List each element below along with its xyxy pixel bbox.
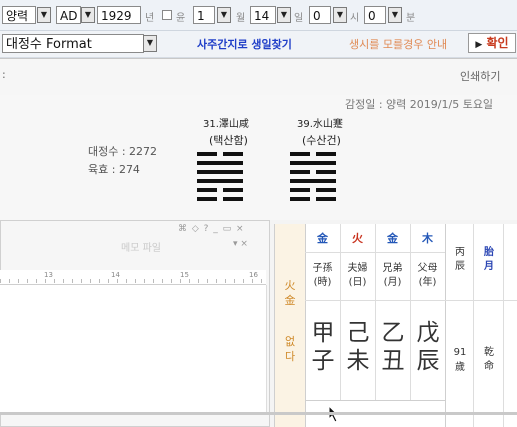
age-value: 91 bbox=[453, 347, 467, 358]
relation-day: 夫婦 (日) bbox=[347, 263, 368, 288]
branch-day: 未 bbox=[346, 348, 370, 374]
minute-unit-label: 분 bbox=[406, 13, 416, 24]
subwindow-controls[interactable]: ⌘ ◇ ? _ ▭ × bbox=[178, 224, 245, 234]
hexagram-1-title: 31.澤山咸 bbox=[203, 119, 249, 130]
year-unit-label: 년 bbox=[145, 13, 155, 24]
stem-year: 戊 bbox=[416, 320, 440, 346]
day-dropdown-button[interactable]: ▼ bbox=[277, 7, 291, 23]
ruler-mark: 15 bbox=[180, 271, 189, 279]
stem-hour: 甲 bbox=[311, 320, 335, 346]
print-link[interactable]: 인쇄하기 bbox=[460, 68, 500, 84]
era-select[interactable]: AD bbox=[56, 6, 81, 24]
month-unit-label: 월 bbox=[236, 13, 246, 24]
element-year: 木 bbox=[422, 232, 433, 245]
leap-month-label: 윤 bbox=[176, 13, 186, 24]
reading-date: 감정일 : 양력 2019/1/5 토요일 bbox=[345, 98, 494, 111]
ruler-mark: 13 bbox=[44, 271, 53, 279]
calendar-type-select[interactable]: 양력 bbox=[2, 6, 36, 24]
format-select[interactable]: 대정수 Format bbox=[2, 34, 144, 53]
day-select[interactable]: 14 bbox=[250, 6, 276, 24]
stem-day: 己 bbox=[346, 320, 370, 346]
unknown-birth-hour-guide-link[interactable]: 생시를 모를경우 안내 bbox=[349, 36, 447, 52]
saju-table: 火金 없다 金 火 金 木 子孫 (時) 夫婦 (日) 兄弟 (月) 父母 (年) 甲 … bbox=[274, 224, 517, 427]
format-dropdown-button[interactable]: ▼ bbox=[143, 35, 157, 52]
calendar-type-dropdown-button[interactable]: ▼ bbox=[37, 7, 51, 23]
ruler-mark: 14 bbox=[111, 271, 120, 279]
relation-hour: 子孫 (時) bbox=[312, 263, 333, 288]
extra-column-top: 丙辰 bbox=[455, 247, 465, 272]
hexagram-1-subtitle: (택산함) bbox=[209, 134, 248, 147]
hour-dropdown-button[interactable]: ▼ bbox=[333, 7, 347, 23]
memo-editor-area[interactable] bbox=[0, 285, 267, 412]
hexagram-1-figure bbox=[197, 152, 243, 202]
progress-track bbox=[0, 412, 517, 415]
result-header: : 인쇄하기 bbox=[0, 59, 517, 95]
saju-side-column bbox=[275, 224, 305, 427]
confirm-button[interactable]: ▶ 확인 bbox=[468, 33, 516, 53]
day-unit-label: 일 bbox=[294, 13, 304, 24]
date-input-toolbar: 양력 ▼ AD ▼ 1929 년 윤 1 ▼ 월 14 ▼ 일 0 ▼ 시 0 … bbox=[0, 0, 517, 31]
branch-month: 丑 bbox=[381, 348, 405, 374]
relation-month: 兄弟 (月) bbox=[382, 263, 403, 288]
stem-month: 乙 bbox=[381, 320, 405, 346]
era-dropdown-button[interactable]: ▼ bbox=[81, 7, 95, 23]
element-hour: 金 bbox=[317, 232, 328, 245]
find-birthday-by-ganji-link[interactable]: 사주간지로 생일찾기 bbox=[197, 36, 292, 52]
hour-select[interactable]: 0 bbox=[309, 6, 331, 24]
element-day: 火 bbox=[352, 232, 363, 245]
format-toolbar: 대정수 Format ▼ 사주간지로 생일찾기 생시를 모를경우 안내 bbox=[0, 31, 517, 58]
month-select[interactable]: 1 bbox=[193, 6, 215, 24]
hexagram-2-subtitle: (수산건) bbox=[302, 134, 341, 147]
ruler-mark: 16 bbox=[249, 271, 258, 279]
daejeongsu-value: 대정수 : 2272 bbox=[88, 145, 158, 158]
branch-year: 辰 bbox=[416, 348, 440, 374]
age-unit: 歲 bbox=[455, 362, 465, 373]
relation-year: 父母 (年) bbox=[417, 263, 438, 288]
result-panel: 감정일 : 양력 2019/1/5 토요일 대정수 : 2272 육효 : 27… bbox=[0, 95, 517, 220]
fetal-month-label: 胎月 bbox=[484, 247, 494, 272]
saju-side-bottom: 없다 bbox=[284, 335, 296, 363]
colon-label: : bbox=[2, 68, 6, 81]
gender-fate-label: 乾命 bbox=[484, 347, 494, 372]
branch-hour: 子 bbox=[311, 348, 335, 374]
year-input[interactable]: 1929 bbox=[97, 6, 141, 24]
hour-unit-label: 시 bbox=[350, 13, 360, 24]
minute-dropdown-button[interactable]: ▼ bbox=[388, 7, 402, 23]
subwindow-title: 메모 파일 bbox=[121, 243, 161, 254]
hexagram-2-figure bbox=[290, 152, 336, 202]
minute-select[interactable]: 0 bbox=[364, 6, 386, 24]
saju-side-top: 火金 bbox=[284, 279, 296, 307]
play-arrow-icon: ▶ bbox=[475, 40, 483, 50]
subwindow-pane-controls[interactable]: ▾ × bbox=[233, 239, 248, 249]
yukhyo-value: 육효 : 274 bbox=[88, 163, 140, 176]
leap-month-checkbox[interactable] bbox=[162, 10, 172, 20]
hexagram-2-title: 39.水山蹇 bbox=[297, 119, 343, 130]
ruler: 13 14 15 16 bbox=[0, 270, 266, 285]
element-month: 金 bbox=[387, 232, 398, 245]
month-dropdown-button[interactable]: ▼ bbox=[217, 7, 231, 23]
confirm-button-label: 확인 bbox=[486, 36, 509, 50]
